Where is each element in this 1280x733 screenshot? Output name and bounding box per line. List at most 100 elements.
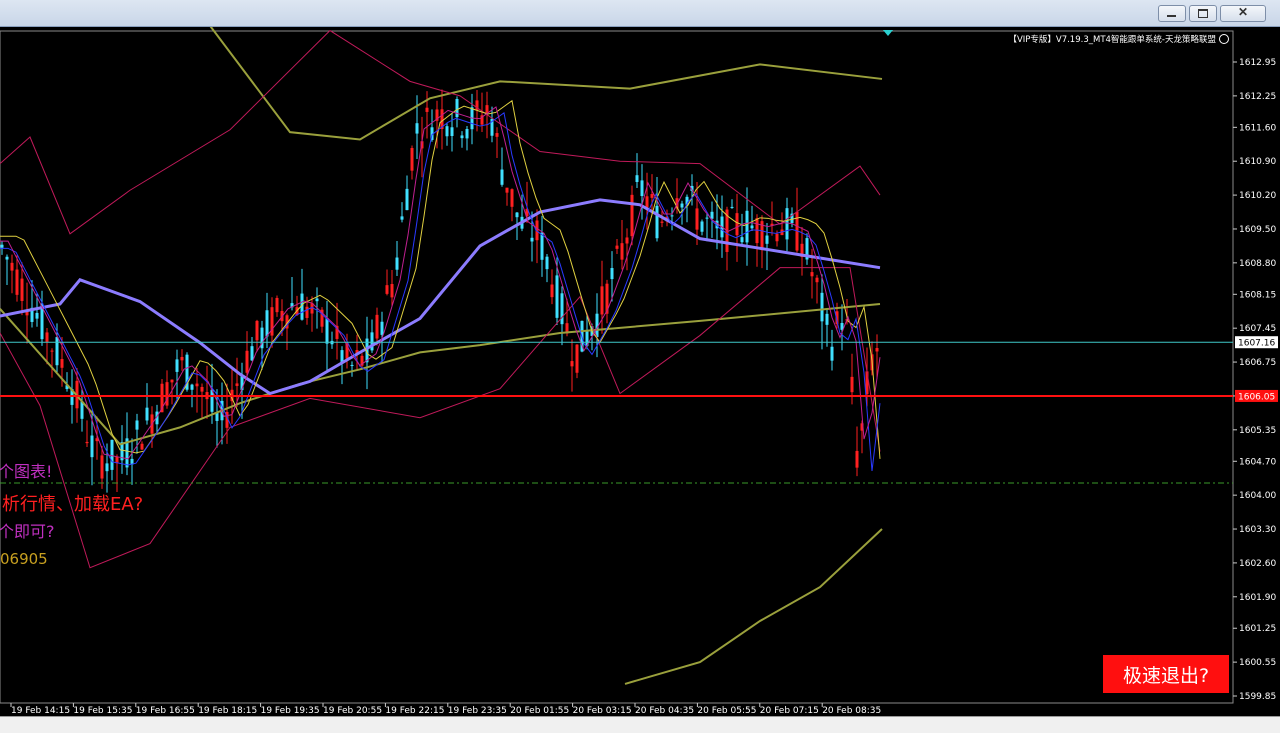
x-tick-label: 20 Feb 03:15 — [573, 706, 632, 716]
y-tick-label: 1611.60 — [1239, 123, 1276, 133]
x-axis: 19 Feb 14:15 19 Feb 15:35 19 Feb 16:55 19 F… — [10, 703, 881, 716]
chart-info-text: 【VIP专版】V7.19.3_MT4智能跟单系统-天龙策略联盟 — [1008, 34, 1216, 45]
candle-body — [15, 269, 19, 295]
status-bar — [0, 716, 1280, 733]
candle-body — [545, 256, 549, 270]
price-chart[interactable]: 1612.95 1612.25 1611.60 1610.90 1610.20 1609.… — [0, 27, 1280, 716]
candle-body — [200, 386, 204, 392]
x-tick-label: 19 Feb 14:15 — [11, 706, 70, 716]
overlay-line-4: 06905 — [0, 550, 48, 568]
candle-body — [60, 359, 64, 368]
candle-body — [775, 233, 779, 242]
maximize-button[interactable] — [1189, 5, 1217, 22]
candle-body — [10, 262, 14, 271]
candle-body — [375, 314, 379, 339]
overlay-line-1: 个图表! — [0, 462, 53, 481]
candle-body — [465, 129, 469, 139]
candle-body — [620, 243, 624, 260]
candle-body — [315, 298, 319, 302]
candle-body — [50, 350, 54, 352]
candle-body — [85, 441, 89, 444]
candle-body — [105, 463, 109, 472]
x-tick-label: 20 Feb 07:15 — [760, 706, 819, 716]
y-tick-label: 1608.15 — [1239, 290, 1276, 300]
candle-body — [385, 285, 389, 294]
x-tick-label: 19 Feb 16:55 — [136, 706, 195, 716]
candle-body — [195, 383, 199, 387]
y-tick-label: 1610.20 — [1239, 191, 1276, 201]
y-tick-label: 1606.75 — [1239, 358, 1276, 368]
candle-body — [830, 346, 834, 361]
x-tick-label: 19 Feb 20:55 — [323, 706, 382, 716]
candle-body — [610, 268, 614, 280]
candle-body — [540, 232, 544, 260]
candle-body — [90, 435, 94, 458]
candle-body — [655, 205, 659, 239]
x-tick-label: 19 Feb 15:35 — [73, 706, 132, 716]
candle-body — [695, 208, 699, 230]
candle-body — [100, 455, 104, 479]
candle-body — [710, 211, 714, 219]
candle-body — [425, 107, 429, 112]
candle-body — [515, 212, 519, 218]
overlay-line-3: 个即可? — [0, 522, 55, 541]
candle-body — [395, 257, 399, 270]
candle-body — [745, 210, 749, 243]
candle-body — [250, 346, 254, 361]
candle-body — [575, 344, 579, 373]
x-tick-label: 19 Feb 23:35 — [448, 706, 507, 716]
candle-body — [380, 321, 384, 335]
overlay-line-2: 析行情、加载EA? — [2, 494, 144, 515]
candle-body — [275, 297, 279, 313]
candle-body — [810, 272, 814, 277]
candle-body — [45, 332, 49, 342]
candle-body — [415, 123, 419, 134]
candle-body — [265, 310, 269, 337]
candle-body — [570, 361, 574, 367]
y-tick-label: 1602.60 — [1239, 559, 1276, 569]
candle-body — [730, 206, 734, 208]
window-titlebar: ✕ — [0, 0, 1280, 27]
close-button[interactable]: ✕ — [1220, 5, 1266, 22]
candle-body — [145, 407, 149, 421]
candle-body — [405, 188, 409, 211]
candle-body — [750, 225, 754, 229]
candle-body — [110, 439, 114, 470]
x-tick-label: 20 Feb 08:35 — [822, 706, 881, 716]
candle-body — [140, 443, 144, 450]
candle-body — [485, 105, 489, 114]
candle-body — [350, 364, 354, 366]
candle-body — [740, 237, 744, 243]
y-tick-label: 1607.45 — [1239, 324, 1276, 334]
candle-body — [20, 278, 24, 301]
y-tick-label: 1604.70 — [1239, 457, 1276, 467]
x-tick-label: 19 Feb 18:15 — [198, 706, 257, 716]
candle-body — [190, 384, 194, 390]
candle-body — [410, 148, 414, 171]
y-tick-label: 1608.80 — [1239, 259, 1276, 269]
y-tick-label: 1609.50 — [1239, 225, 1276, 235]
y-tick-label: 1605.35 — [1239, 426, 1276, 436]
candle-body — [705, 217, 709, 219]
candle-body — [875, 348, 879, 352]
minimize-button[interactable] — [1158, 5, 1186, 22]
candle-body — [175, 359, 179, 372]
candle-body — [785, 208, 789, 240]
x-tick-label: 20 Feb 04:35 — [635, 706, 694, 716]
candle-body — [660, 221, 664, 223]
y-tick-label: 1603.30 — [1239, 525, 1276, 535]
candle-body — [505, 187, 509, 193]
y-tick-label: 1600.55 — [1239, 658, 1276, 668]
y-tick-label: 1612.95 — [1239, 58, 1276, 68]
y-tick-label: 1612.25 — [1239, 92, 1276, 102]
exit-button[interactable]: 极速退出? — [1103, 655, 1229, 693]
candle-body — [305, 306, 309, 318]
candle-body — [495, 133, 499, 137]
candle-body — [560, 293, 564, 325]
candle-body — [445, 126, 449, 137]
candle-body — [245, 350, 249, 373]
x-tick-label: 19 Feb 22:15 — [385, 706, 444, 716]
support-price-label: 1606.05 — [1238, 392, 1275, 402]
y-axis: 1612.95 1612.25 1611.60 1610.90 1610.20 1609.… — [1233, 58, 1276, 702]
candle-body — [325, 317, 329, 344]
